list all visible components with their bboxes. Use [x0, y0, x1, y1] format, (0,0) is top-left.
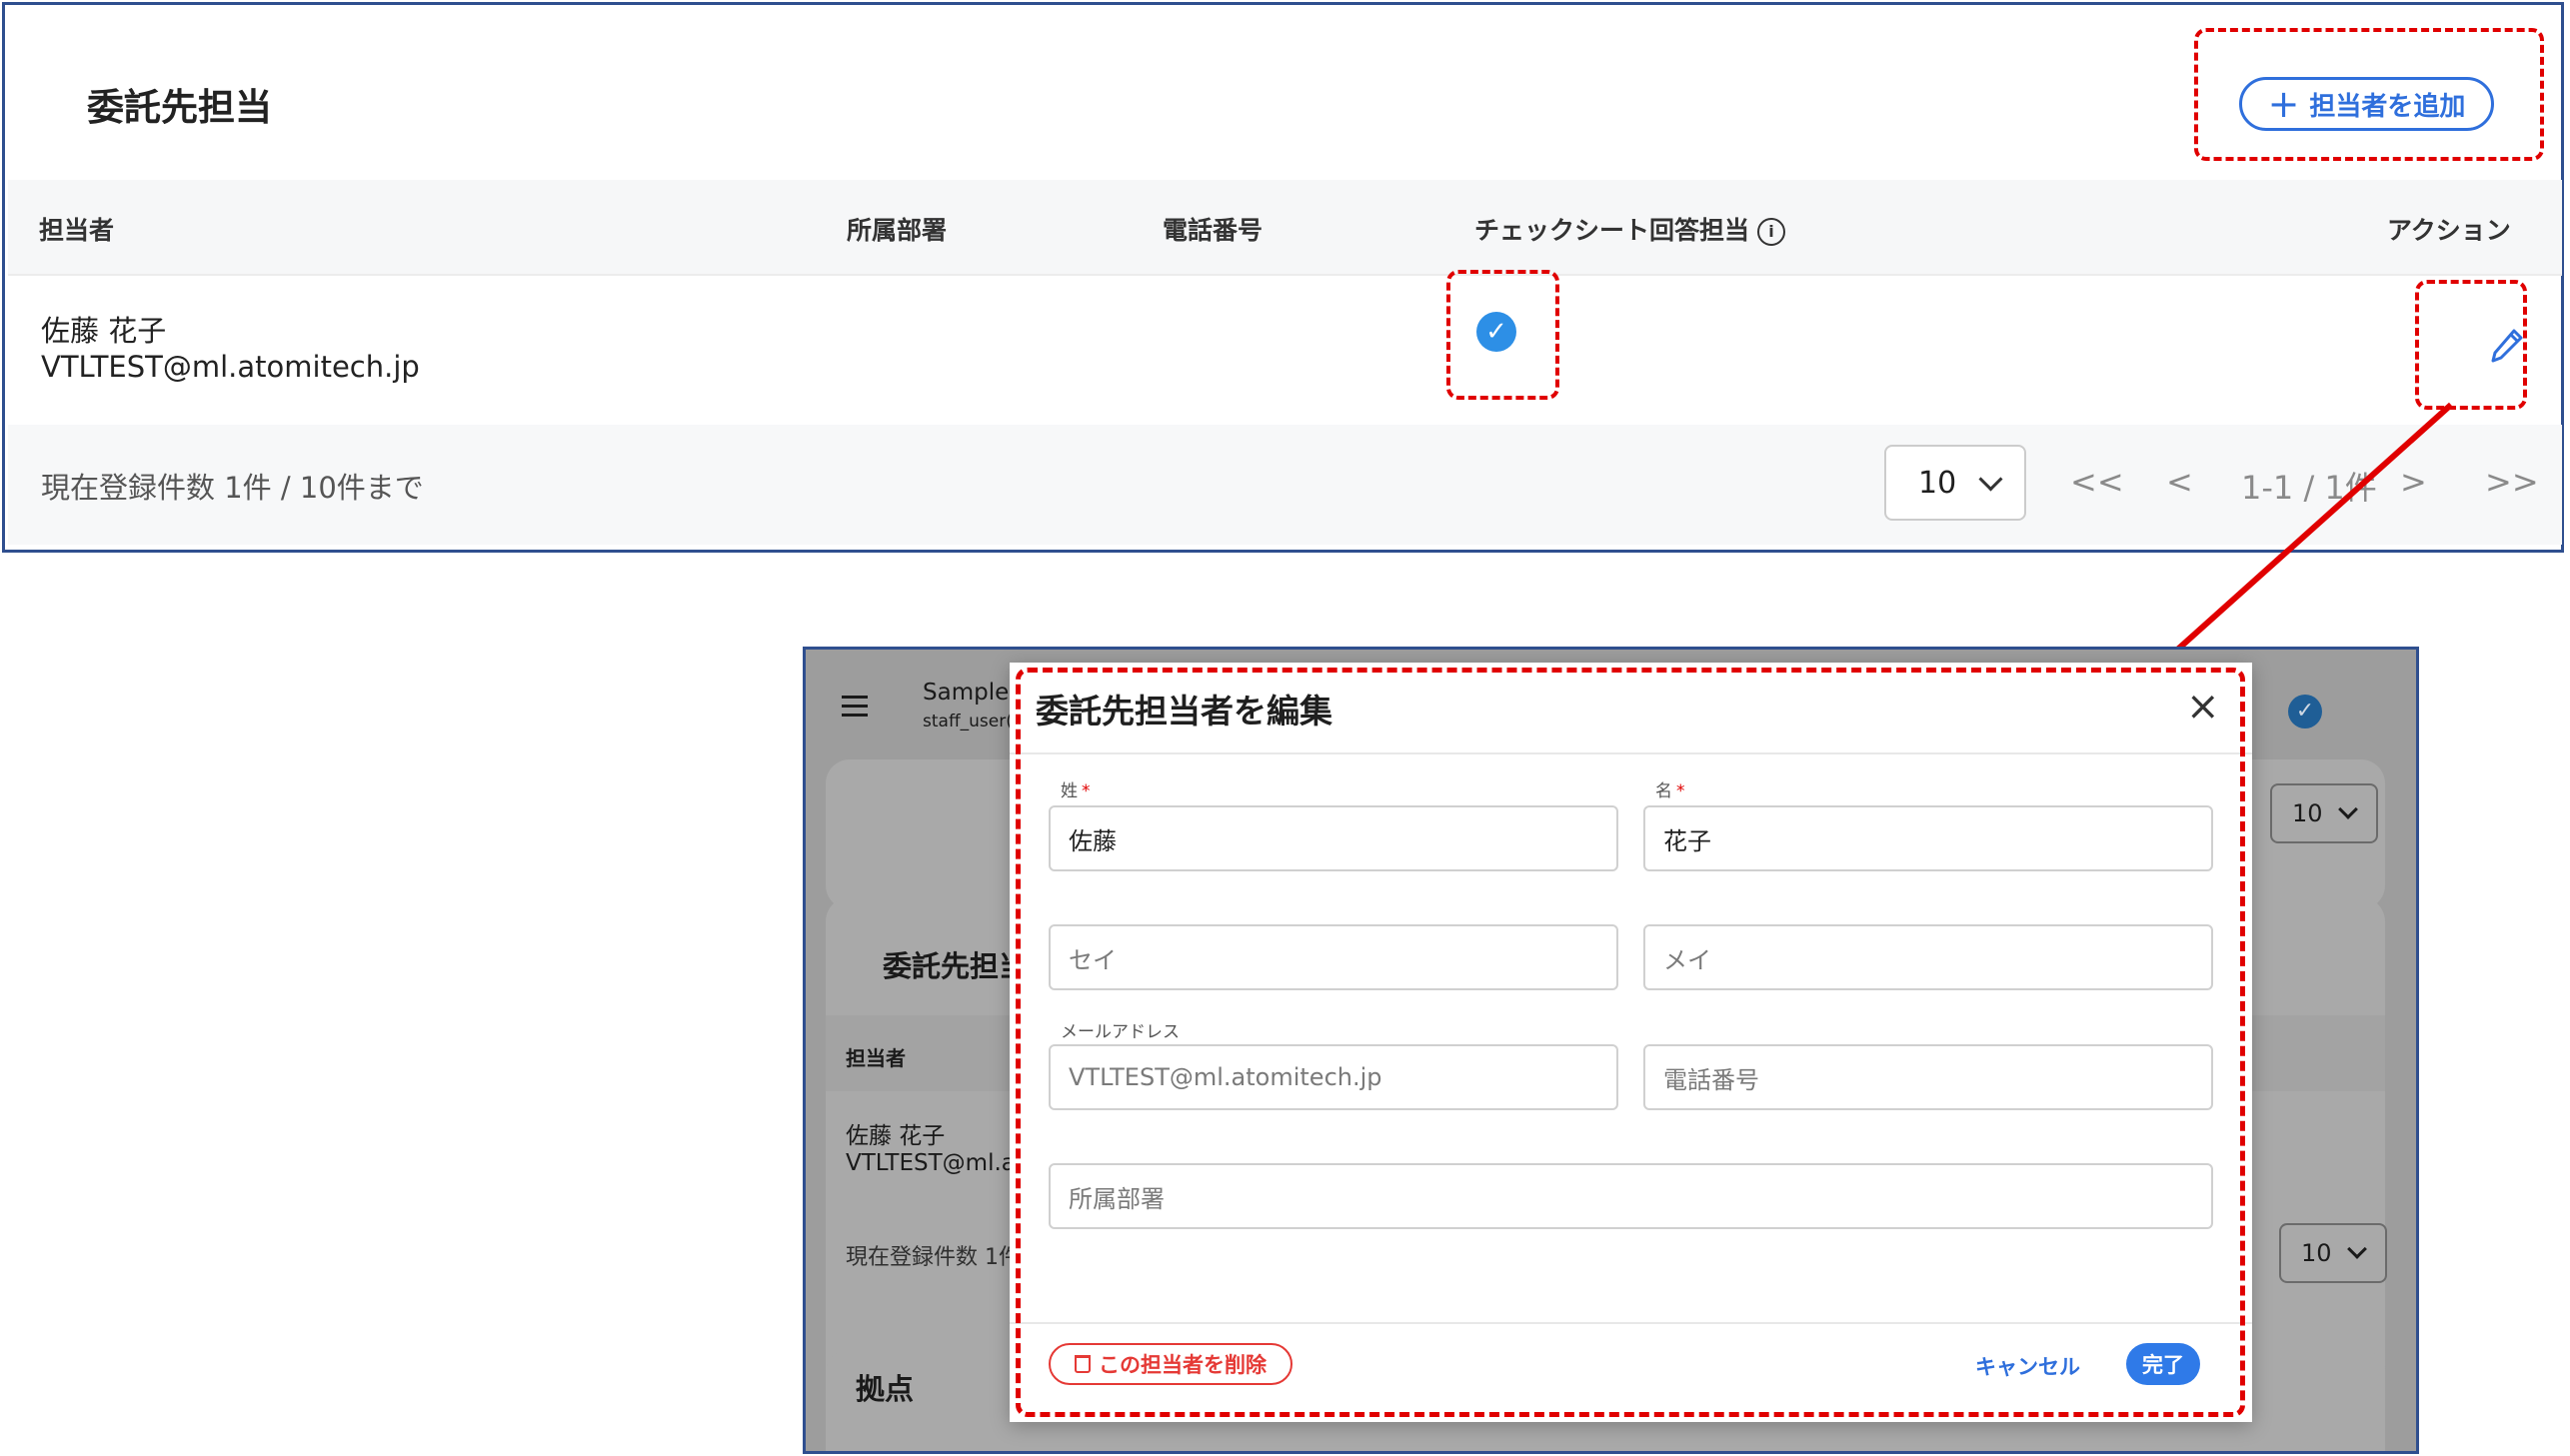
- bg-count: 現在登録件数 1件: [846, 1245, 1021, 1270]
- user-name: staff_user(: [923, 712, 1013, 731]
- menu-icon[interactable]: [842, 696, 868, 723]
- bg-row-email: VTLTEST@ml.at: [846, 1150, 1025, 1176]
- bg-page-size-value: 10: [2301, 1239, 2332, 1267]
- bg-table-row: 佐藤 花子 VTLTEST@ml.at: [846, 1123, 1025, 1177]
- bg-column-person: 担当者: [846, 1046, 906, 1070]
- chevron-down-icon: [2346, 1239, 2367, 1259]
- bg-page-size: 10: [2279, 1223, 2387, 1283]
- highlight-edit-dialog: [1016, 668, 2245, 1417]
- bg-section-title: 委託先担当: [883, 949, 1029, 983]
- bg-page-size-top-value: 10: [2292, 799, 2323, 827]
- bg-section2-title: 拠点: [856, 1372, 915, 1406]
- chevron-down-icon: [2337, 799, 2358, 819]
- bg-row-name: 佐藤 花子: [846, 1123, 946, 1149]
- bg-page-size-top: 10: [2270, 783, 2378, 843]
- bg-checkbox: ✓: [2288, 695, 2322, 728]
